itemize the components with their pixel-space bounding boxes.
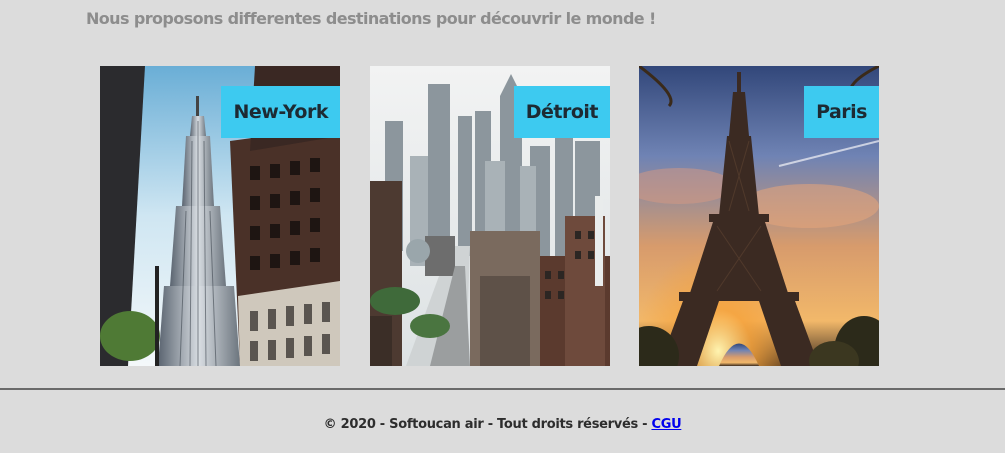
cgu-link[interactable]: CGU <box>651 417 681 432</box>
destination-card-paris[interactable]: Paris <box>639 66 879 366</box>
footer-divider <box>0 388 1005 390</box>
destination-card-new-york[interactable]: New-York <box>100 66 340 366</box>
intro-text: Nous proposons differentes destinations … <box>86 9 656 28</box>
page: Nous proposons differentes destinations … <box>0 0 1005 453</box>
destination-label: New-York <box>221 86 340 138</box>
footer: © 2020 - Softoucan air - Tout droits rés… <box>0 417 1005 432</box>
copyright-text: © 2020 - Softoucan air - Tout droits rés… <box>323 417 652 432</box>
destination-label: Paris <box>804 86 879 138</box>
destination-label: Détroit <box>513 86 610 138</box>
destination-card-detroit[interactable]: Détroit <box>370 66 610 366</box>
